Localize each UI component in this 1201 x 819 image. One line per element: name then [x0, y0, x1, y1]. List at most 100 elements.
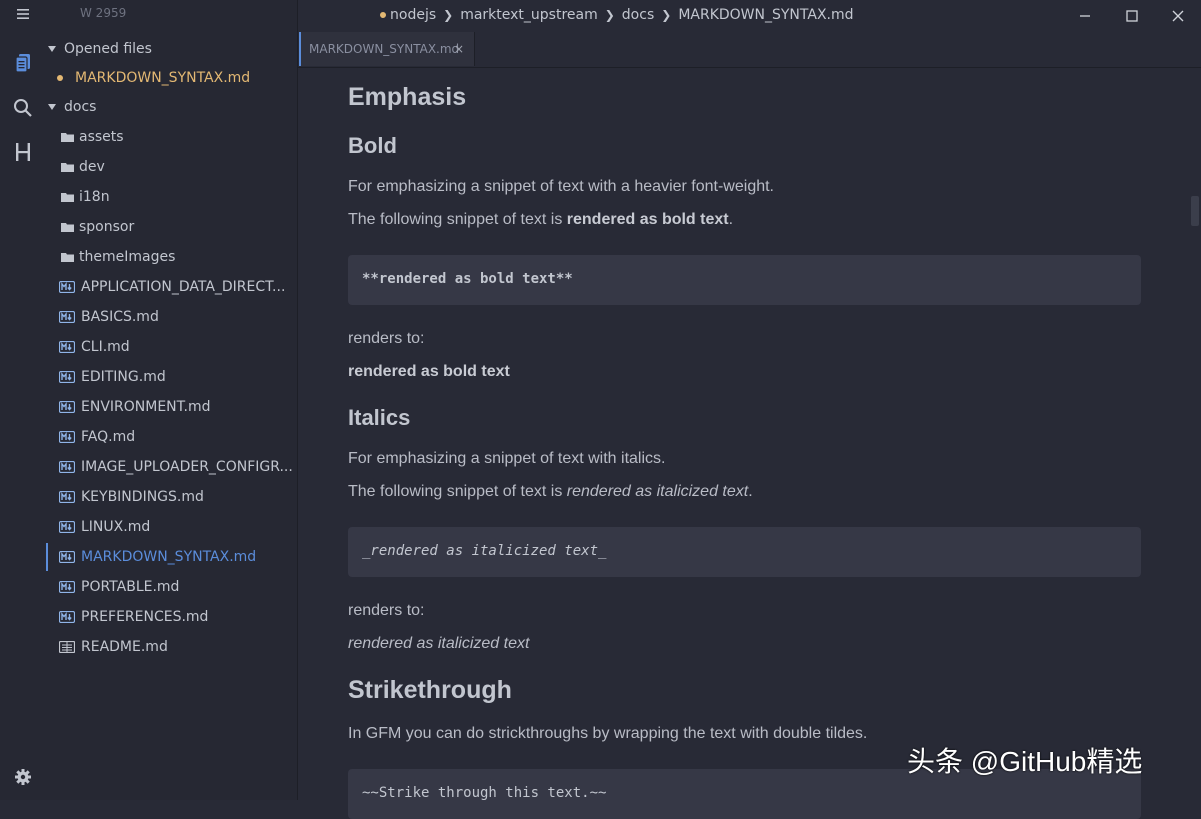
- code-block[interactable]: _rendered as italicized text_: [348, 527, 1141, 577]
- watermark: 头条 @GitHub精选: [907, 746, 1143, 777]
- modified-dot-icon: [380, 12, 386, 18]
- file-item[interactable]: BASICS.md: [46, 303, 297, 331]
- sidebar: W 2959 Opened files MARKDOWN_SYNTAX.md d…: [46, 0, 298, 800]
- subfolder-label: dev: [79, 159, 105, 175]
- paragraph: The following snippet of text is rendere…: [348, 483, 753, 501]
- tab-label: MARKDOWN_SYNTAX.md: [309, 42, 460, 56]
- file-label: BASICS.md: [81, 309, 159, 325]
- subfolder-item[interactable]: themeImages: [46, 243, 297, 271]
- code-text: _rendered as italicized text_: [362, 543, 607, 559]
- markdown-file-icon: [59, 281, 75, 293]
- subfolder-item[interactable]: i18n: [46, 183, 297, 211]
- heading-emphasis: Emphasis: [348, 83, 467, 111]
- file-item[interactable]: CLI.md: [46, 333, 297, 361]
- file-label: ENVIRONMENT.md: [81, 399, 211, 415]
- chevron-right-icon: ❯: [661, 8, 672, 22]
- breadcrumb-item[interactable]: marktext_upstream: [460, 7, 598, 23]
- opened-files-label: Opened files: [64, 41, 152, 57]
- scrollbar-thumb[interactable]: [1191, 196, 1199, 226]
- close-tab-icon[interactable]: ×: [454, 32, 464, 66]
- subfolder-label: assets: [79, 129, 124, 145]
- markdown-file-icon: [59, 371, 75, 383]
- close-window-icon[interactable]: [1168, 6, 1188, 26]
- markdown-file-icon: [59, 521, 75, 533]
- markdown-file-icon: [59, 401, 75, 413]
- folder-docs-label: docs: [64, 99, 97, 115]
- subfolder-item[interactable]: assets: [46, 123, 297, 151]
- italic-text: rendered as italicized text: [566, 483, 749, 500]
- paragraph: renders to:: [348, 330, 425, 347]
- chevron-down-icon: [48, 46, 56, 52]
- settings-icon[interactable]: [0, 768, 46, 790]
- heading-italics: Italics: [348, 405, 411, 430]
- code-text: ~~Strike through this text.~~: [362, 785, 607, 801]
- subfolder-item[interactable]: sponsor: [46, 213, 297, 241]
- file-label: IMAGE_UPLOADER_CONFIGR...: [81, 459, 293, 475]
- file-label: PREFERENCES.md: [81, 609, 209, 625]
- subfolder-item[interactable]: dev: [46, 153, 297, 181]
- breadcrumb-item[interactable]: docs: [622, 7, 654, 23]
- file-label: README.md: [81, 639, 168, 655]
- paragraph: For emphasizing a snippet of text with a…: [348, 178, 774, 195]
- markdown-file-icon: [59, 581, 75, 593]
- bold-result: rendered as bold text: [348, 363, 510, 380]
- file-item[interactable]: FAQ.md: [46, 423, 297, 451]
- folder-icon: [61, 223, 74, 232]
- heading-bold: Bold: [348, 133, 397, 158]
- file-item-active[interactable]: MARKDOWN_SYNTAX.md: [46, 543, 297, 571]
- chevron-right-icon: ❯: [443, 8, 454, 22]
- menu-icon[interactable]: [0, 6, 46, 25]
- maximize-icon[interactable]: [1122, 6, 1142, 26]
- text: .: [748, 483, 753, 500]
- file-item[interactable]: APPLICATION_DATA_DIRECT...: [46, 273, 297, 301]
- files-icon[interactable]: [0, 52, 46, 78]
- file-label: KEYBINDINGS.md: [81, 489, 204, 505]
- markdown-file-icon: [59, 311, 75, 323]
- file-label: MARKDOWN_SYNTAX.md: [81, 549, 257, 565]
- opened-files-section[interactable]: Opened files: [46, 35, 297, 63]
- tab-bar: MARKDOWN_SYNTAX.md ×: [298, 32, 1201, 68]
- tab-markdown-syntax[interactable]: MARKDOWN_SYNTAX.md ×: [299, 32, 475, 66]
- subfolder-label: sponsor: [79, 219, 135, 235]
- file-label: CLI.md: [81, 339, 130, 355]
- file-item[interactable]: EDITING.md: [46, 363, 297, 391]
- paragraph: For emphasizing a snippet of text with i…: [348, 450, 666, 467]
- subfolder-label: i18n: [79, 189, 110, 205]
- heading-icon[interactable]: [0, 141, 46, 167]
- title-bar: nodejs ❯ marktext_upstream ❯ docs ❯ MARKDOWN_S…: [298, 0, 1201, 32]
- text: .: [728, 211, 734, 228]
- file-item[interactable]: PORTABLE.md: [46, 573, 297, 601]
- modified-dot-icon: [57, 75, 63, 81]
- folder-icon: [61, 193, 74, 202]
- breadcrumb: nodejs ❯ marktext_upstream ❯ docs ❯ MARKDOWN_S…: [380, 7, 854, 23]
- search-icon[interactable]: [0, 98, 46, 122]
- breadcrumb-item[interactable]: nodejs: [390, 7, 436, 23]
- opened-file-label: MARKDOWN_SYNTAX.md: [75, 70, 251, 86]
- file-item[interactable]: KEYBINDINGS.md: [46, 483, 297, 511]
- text: The following snippet of text is: [348, 483, 567, 500]
- readme-file-icon: [59, 641, 75, 653]
- code-block[interactable]: **rendered as bold text**: [348, 255, 1141, 305]
- folder-docs[interactable]: docs: [46, 93, 297, 121]
- file-label: EDITING.md: [81, 369, 166, 385]
- markdown-file-icon: [59, 461, 75, 473]
- word-count: W 2959: [80, 6, 127, 20]
- file-item[interactable]: IMAGE_UPLOADER_CONFIGR...: [46, 453, 297, 481]
- file-item[interactable]: LINUX.md: [46, 513, 297, 541]
- file-label: APPLICATION_DATA_DIRECT...: [81, 279, 286, 295]
- markdown-file-icon: [59, 551, 75, 563]
- file-label: PORTABLE.md: [81, 579, 180, 595]
- minimize-icon[interactable]: [1075, 6, 1095, 26]
- opened-file-item[interactable]: MARKDOWN_SYNTAX.md: [46, 64, 297, 92]
- file-item[interactable]: README.md: [46, 633, 297, 661]
- code-text: **rendered as bold text**: [362, 271, 573, 287]
- chevron-right-icon: ❯: [604, 8, 615, 22]
- paragraph: In GFM you can do strickthroughs by wrap…: [348, 725, 868, 742]
- folder-icon: [61, 163, 74, 172]
- paragraph: The following snippet of text is rendere…: [348, 211, 733, 229]
- breadcrumb-item[interactable]: MARKDOWN_SYNTAX.md: [678, 7, 853, 23]
- folder-icon: [61, 133, 74, 142]
- file-label: FAQ.md: [81, 429, 136, 445]
- file-item[interactable]: PREFERENCES.md: [46, 603, 297, 631]
- file-item[interactable]: ENVIRONMENT.md: [46, 393, 297, 421]
